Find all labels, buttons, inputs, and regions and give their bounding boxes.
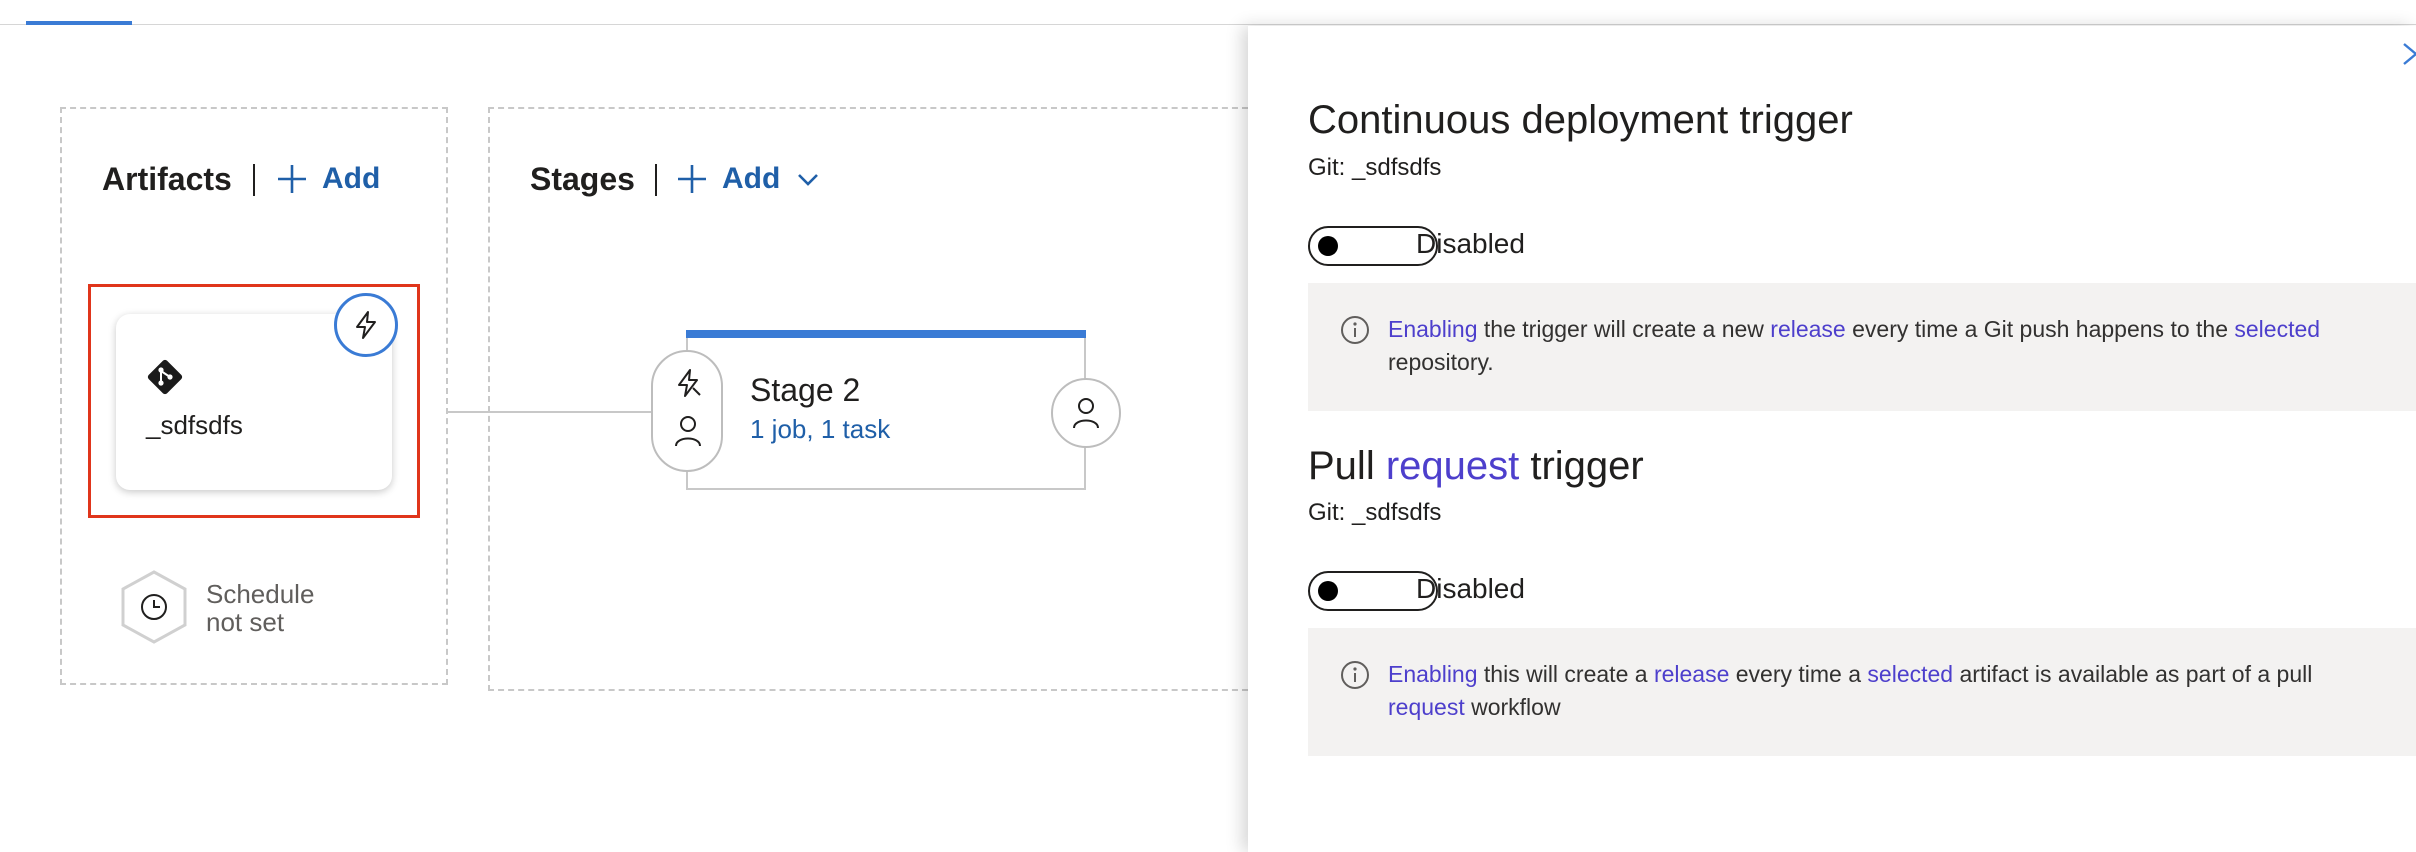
cd-trigger-toggle-label: Disabled [1416,228,1525,259]
info-highlight: Enabling [1388,316,1478,342]
info-text-segment: every time a Git push happens to the [1845,316,2235,342]
lightning-icon [356,311,376,339]
toggle-knob [1318,236,1338,256]
cd-trigger-title: Continuous deployment trigger [1308,98,1853,142]
close-icon [2403,43,2416,65]
info-highlight: release [1653,661,1730,687]
pr-title-part: Pull [1308,444,1386,488]
lightning-icon [678,369,701,397]
cd-trigger-info: Enabling the trigger will create a new r… [1308,283,2416,411]
pr-trigger-title: Pull request trigger [1308,444,1644,489]
schedule-line-1: Schedule [206,579,315,609]
post-deployment-conditions-button[interactable] [1051,378,1121,448]
stage-card[interactable] [686,330,1086,490]
schedule-line-2: not set [206,607,285,637]
active-tab-indicator [26,21,132,25]
pr-title-highlight: request [1385,444,1520,488]
info-highlight: selected [2234,316,2321,342]
artifact-stage-connector [448,411,651,413]
schedule-button[interactable] [118,568,190,651]
info-highlight: Enabling [1388,661,1478,687]
artifacts-title: Artifacts [102,161,232,197]
artifact-name: _sdfsdfs [146,410,243,440]
info-highlight: release [1770,316,1846,342]
info-text-segment: the trigger will create a new [1477,316,1771,342]
chevron-down-icon [798,174,819,186]
stage-status-bar [686,330,1086,338]
top-divider [0,24,2416,25]
plus-icon [278,165,306,193]
cd-trigger-source: Git: _sdfsdfs [1308,154,1442,181]
person-icon [1073,398,1099,429]
info-highlight: request [1388,694,1465,720]
add-artifact-label: Add [322,162,381,195]
stages-title-separator [655,164,657,196]
stage-tasks-link[interactable]: 1 job, 1 task [750,414,890,445]
add-artifact-button[interactable]: Add [276,162,380,196]
info-icon [1341,661,1369,689]
trigger-settings-panel: Continuous deployment trigger Git: _sdfs… [1248,26,2416,852]
pr-trigger-source: Git: _sdfsdfs [1308,499,1442,526]
pre-deployment-conditions-button[interactable] [651,350,723,472]
stage-name[interactable]: Stage 2 [750,372,860,409]
continuous-deployment-trigger-button[interactable] [334,293,398,357]
pr-trigger-info-text: Enabling this will create a release ever… [1388,658,2378,724]
info-text-segment: repository. [1388,349,1494,375]
close-panel-button[interactable] [2400,40,2416,73]
plus-icon [678,165,706,193]
pr-trigger-info: Enabling this will create a release ever… [1308,628,2416,756]
stages-title: Stages [530,161,635,197]
cd-trigger-info-text: Enabling the trigger will create a new r… [1388,313,2378,379]
person-icon [675,416,701,447]
artifacts-title-separator [253,164,255,196]
info-highlight: selected [1867,661,1954,687]
pr-title-part: trigger [1519,444,1644,488]
pr-trigger-toggle-label: Disabled [1416,573,1525,604]
info-text-segment: this will create a [1477,661,1654,687]
info-text-segment: every time a [1729,661,1868,687]
toggle-knob [1318,581,1338,601]
add-stage-button[interactable]: Add [676,162,820,196]
info-text-segment: workflow [1464,694,1561,720]
info-icon [1341,316,1369,344]
add-stage-label: Add [722,162,781,195]
clock-icon [121,570,187,644]
git-icon [144,356,186,403]
info-text-segment: artifact is available as part of a pull [1953,661,2313,687]
schedule-status: Schedule not set [206,580,406,636]
